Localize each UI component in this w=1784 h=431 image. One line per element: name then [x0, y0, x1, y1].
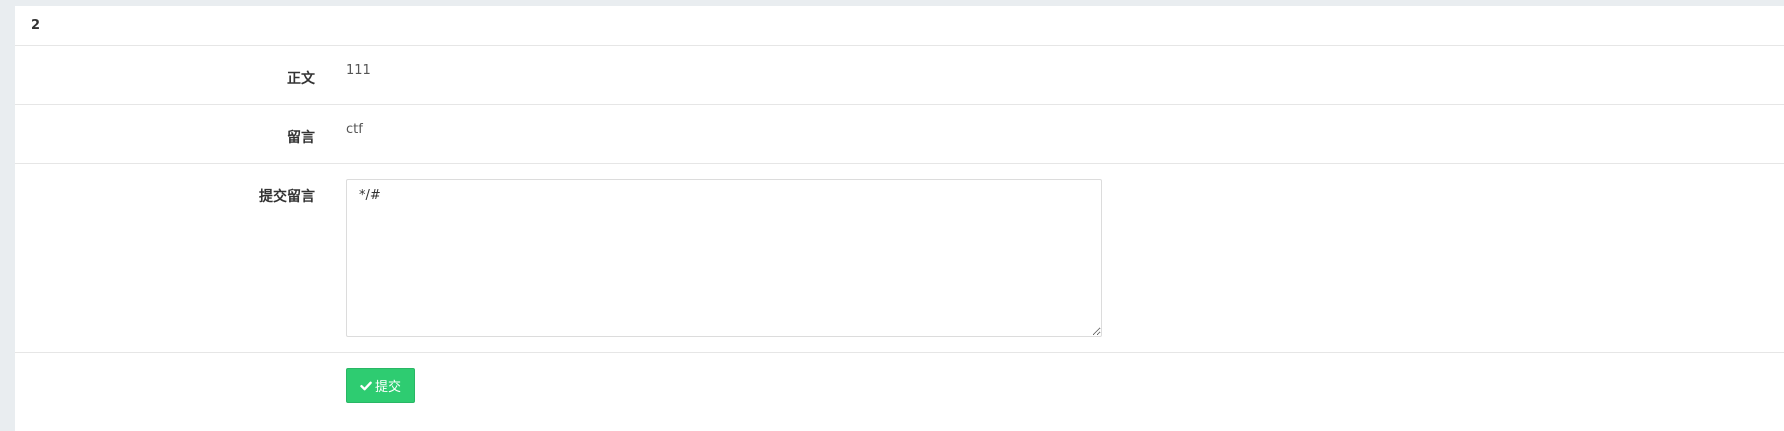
- comment-label: 留言: [287, 130, 315, 146]
- body-value: 111: [346, 63, 371, 78]
- check-icon: [360, 380, 372, 392]
- actions-row: 提交: [15, 353, 1784, 430]
- panel-title: 2: [15, 6, 1784, 46]
- submit-button[interactable]: 提交: [346, 368, 415, 403]
- comment-row: 留言 ctf: [15, 105, 1784, 164]
- submit-comment-label: 提交留言: [259, 189, 315, 205]
- submit-button-label: 提交: [374, 380, 401, 395]
- body-label: 正文: [287, 71, 315, 87]
- submit-comment-row: 提交留言 */#: [15, 164, 1784, 353]
- body-row: 正文 111: [15, 46, 1784, 105]
- comment-textarea[interactable]: */#: [346, 179, 1102, 337]
- comment-value: ctf: [346, 122, 363, 137]
- message-panel: 2 正文 111 留言 ctf 提交留言 */# 提交: [15, 6, 1784, 431]
